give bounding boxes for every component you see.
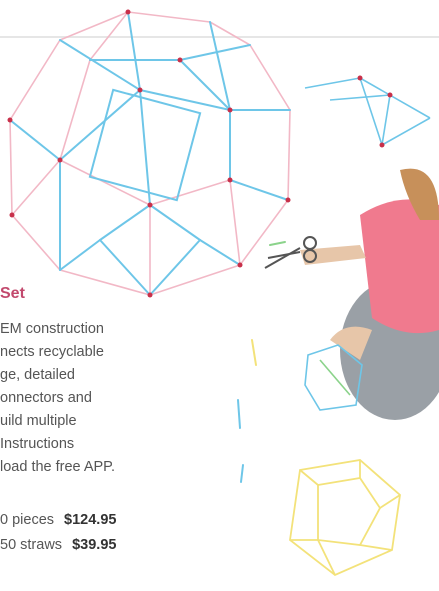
product-title: Set [0, 285, 25, 302]
description-line: nects recyclable [0, 344, 104, 360]
product-photo [7, 9, 439, 577]
description-line: load the free APP. [0, 459, 116, 475]
small-straw-model [304, 75, 431, 148]
description-line: uild multiple [0, 413, 77, 429]
description-line: Instructions [0, 436, 75, 452]
description-line: EM construction [0, 321, 104, 337]
price-value: $124.95 [64, 512, 117, 528]
price-row-straws: 50 straws $39.95 [0, 537, 116, 553]
loose-straws [237, 241, 286, 483]
price-label: 50 straws [0, 537, 63, 553]
price-row-kit: 0 pieces $124.95 [0, 512, 116, 528]
description-line: onnectors and [0, 390, 92, 406]
price-value: $39.95 [72, 537, 117, 553]
child-figure [300, 168, 439, 420]
geodesic-sphere-model [7, 9, 291, 298]
yellow-straw-model [289, 459, 401, 577]
price-label: 0 pieces [0, 512, 55, 528]
description-line: ge, detailed [0, 367, 75, 383]
product-description: EM construction nects recyclable ge, det… [0, 318, 172, 479]
